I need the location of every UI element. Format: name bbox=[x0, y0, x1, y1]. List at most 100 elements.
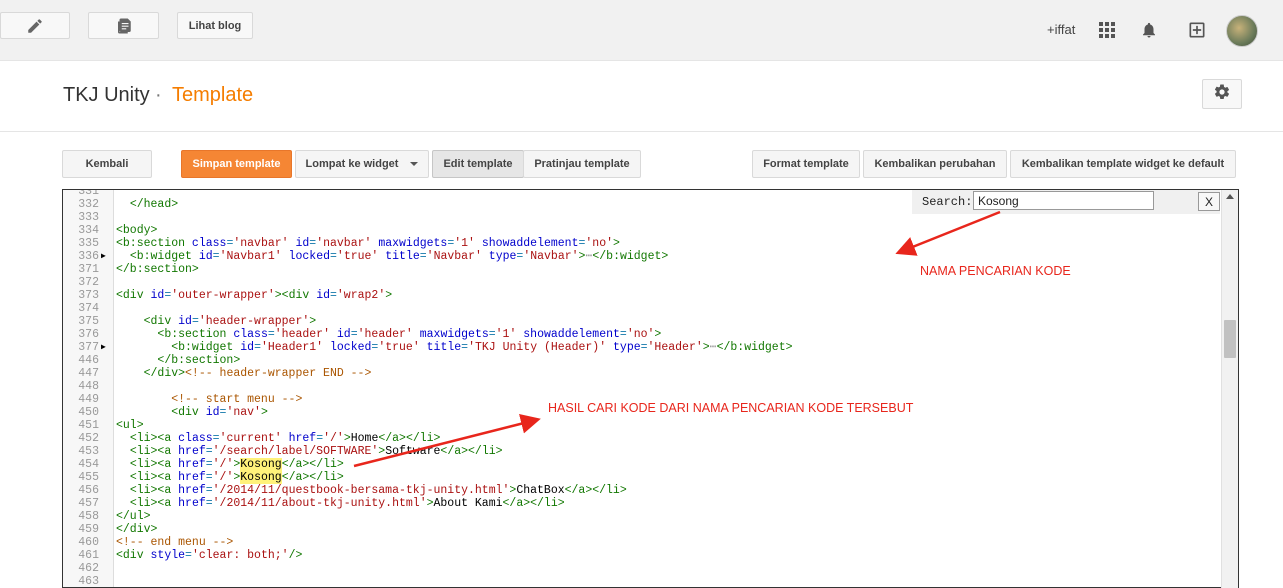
line-number: 374 bbox=[78, 302, 99, 315]
code-text[interactable]: </div> bbox=[116, 523, 157, 536]
chevron-down-icon bbox=[410, 162, 419, 166]
code-text[interactable]: <li><a href='/2014/11/about-tkj-unity.ht… bbox=[116, 497, 565, 510]
fold-marker-icon[interactable]: ▶ bbox=[101, 341, 111, 354]
blog-name[interactable]: TKJ Unity bbox=[63, 84, 150, 107]
posts-list-button[interactable] bbox=[88, 12, 159, 39]
avatar[interactable] bbox=[1226, 15, 1258, 47]
top-bar: Lihat blog +iffat bbox=[0, 0, 1283, 61]
code-line[interactable]: 456 <li><a href='/2014/11/questbook-bers… bbox=[63, 484, 1213, 497]
code-line[interactable]: 463 bbox=[63, 575, 1213, 587]
search-input[interactable] bbox=[973, 191, 1154, 210]
pages-icon bbox=[115, 17, 133, 35]
code-line[interactable]: 377 ▶ <b:widget id='Header1' locked='true… bbox=[63, 341, 1213, 354]
line-number: 450 bbox=[78, 406, 99, 419]
revert-changes-button[interactable]: Kembalikan perubahan bbox=[863, 150, 1007, 178]
line-number: 377 bbox=[78, 341, 99, 354]
code-lines[interactable]: 331 332 </head> 333 334 <body> 335 <b:section … bbox=[63, 190, 1213, 587]
tab-edit-template[interactable]: Edit template bbox=[432, 150, 524, 178]
code-text[interactable]: <div id='outer-wrapper'><div id='wrap2'> bbox=[116, 289, 392, 302]
view-blog-button[interactable]: Lihat blog bbox=[177, 12, 253, 39]
editor-scrollbar[interactable] bbox=[1221, 190, 1238, 588]
code-line[interactable]: 451 <ul> bbox=[63, 419, 1213, 432]
bell-icon[interactable] bbox=[1137, 18, 1161, 42]
code-line[interactable]: 336 ▶ <b:widget id='Navbar1' locked='true… bbox=[63, 250, 1213, 263]
line-number: 372 bbox=[78, 276, 99, 289]
code-text[interactable]: <li><a href='/'>Kosong</a></li> bbox=[116, 458, 344, 471]
code-text[interactable]: <li><a class='current' href='/'>Home</a>… bbox=[116, 432, 441, 445]
title-separator: · bbox=[155, 84, 162, 106]
line-number: 462 bbox=[78, 562, 99, 575]
jump-to-widget-dropdown[interactable]: Lompat ke widget bbox=[295, 150, 429, 178]
code-line[interactable]: 461 <div style='clear: both;'/> bbox=[63, 549, 1213, 562]
code-text[interactable]: <b:section class='navbar' id='navbar' ma… bbox=[116, 237, 620, 250]
code-line[interactable]: 447 </div><!-- header-wrapper END --> bbox=[63, 367, 1213, 380]
code-line[interactable]: 335 <b:section class='navbar' id='navbar'… bbox=[63, 237, 1213, 250]
jump-to-widget-label: Lompat ke widget bbox=[305, 158, 399, 170]
line-number: 456 bbox=[78, 484, 99, 497]
code-text[interactable]: <b:section class='header' id='header' ma… bbox=[116, 328, 661, 341]
format-template-button[interactable]: Format template bbox=[752, 150, 860, 178]
code-text[interactable]: <li><a href='/search/label/SOFTWARE'>Sof… bbox=[116, 445, 503, 458]
code-text[interactable]: <li><a href='/2014/11/questbook-bersama-… bbox=[116, 484, 627, 497]
pencil-icon bbox=[26, 17, 44, 35]
code-text[interactable]: </b:section> bbox=[116, 263, 199, 276]
scroll-up-icon[interactable] bbox=[1226, 194, 1234, 199]
code-line[interactable]: 376 <b:section class='header' id='header… bbox=[63, 328, 1213, 341]
gear-icon bbox=[1213, 83, 1231, 106]
line-number: 376 bbox=[78, 328, 99, 341]
code-line[interactable]: 373 <div id='outer-wrapper'><div id='wrap… bbox=[63, 289, 1213, 302]
code-text[interactable]: </div><!-- header-wrapper END --> bbox=[116, 367, 372, 380]
code-line[interactable]: 452 <li><a class='current' href='/'>Home… bbox=[63, 432, 1213, 445]
code-text[interactable]: <div style='clear: both;'/> bbox=[116, 549, 302, 562]
page-title: Template bbox=[172, 84, 254, 106]
search-close-button[interactable]: X bbox=[1198, 192, 1220, 211]
tab-preview-template[interactable]: Pratinjau template bbox=[523, 150, 641, 178]
line-number: 455 bbox=[78, 471, 99, 484]
line-number: 447 bbox=[78, 367, 99, 380]
code-text[interactable]: <b:widget id='Header1' locked='true' tit… bbox=[116, 341, 792, 354]
settings-button[interactable] bbox=[1202, 79, 1242, 109]
code-text[interactable]: <li><a href='/'>Kosong</a></li> bbox=[116, 471, 344, 484]
code-line[interactable]: 460 <!-- end menu --> bbox=[63, 536, 1213, 549]
line-number: 373 bbox=[78, 289, 99, 302]
code-line[interactable]: 446 </b:section> bbox=[63, 354, 1213, 367]
add-box-icon[interactable] bbox=[1185, 18, 1209, 42]
code-text[interactable]: <ul> bbox=[116, 419, 144, 432]
line-number: 461 bbox=[78, 549, 99, 562]
apps-grid-icon[interactable] bbox=[1095, 18, 1119, 42]
code-line[interactable]: 453 <li><a href='/search/label/SOFTWARE'… bbox=[63, 445, 1213, 458]
code-line[interactable]: 375 <div id='header-wrapper'> bbox=[63, 315, 1213, 328]
code-line[interactable]: 459 </div> bbox=[63, 523, 1213, 536]
new-post-button[interactable] bbox=[0, 12, 70, 39]
code-text[interactable]: <div id='nav'> bbox=[116, 406, 268, 419]
code-text[interactable]: <body> bbox=[116, 224, 157, 237]
line-number: 453 bbox=[78, 445, 99, 458]
code-text[interactable]: <b:widget id='Navbar1' locked='true' tit… bbox=[116, 250, 668, 263]
code-text[interactable]: <!-- end menu --> bbox=[116, 536, 233, 549]
code-line[interactable]: 457 <li><a href='/2014/11/about-tkj-unit… bbox=[63, 497, 1213, 510]
code-text[interactable]: <!-- start menu --> bbox=[116, 393, 302, 406]
code-text[interactable]: </head> bbox=[116, 198, 178, 211]
code-line[interactable]: 458 </ul> bbox=[63, 510, 1213, 523]
code-line[interactable]: 334 <body> bbox=[63, 224, 1213, 237]
code-line[interactable]: 454 <li><a href='/'>Kosong</a></li> bbox=[63, 458, 1213, 471]
user-link[interactable]: +iffat bbox=[1047, 22, 1075, 37]
code-line[interactable]: 455 <li><a href='/'>Kosong</a></li> bbox=[63, 471, 1213, 484]
code-text[interactable]: <div id='header-wrapper'> bbox=[116, 315, 317, 328]
save-template-button[interactable]: Simpan template bbox=[181, 150, 292, 178]
scrollbar-thumb[interactable] bbox=[1224, 320, 1236, 358]
revert-widgets-default-button[interactable]: Kembalikan template widget ke default bbox=[1010, 150, 1236, 178]
line-number: 448 bbox=[78, 380, 99, 393]
back-button[interactable]: Kembali bbox=[62, 150, 152, 178]
code-editor[interactable]: 331 332 </head> 333 334 <body> 335 <b:section … bbox=[62, 189, 1239, 588]
code-line[interactable]: 374 bbox=[63, 302, 1213, 315]
code-line[interactable]: 462 bbox=[63, 562, 1213, 575]
line-number: 333 bbox=[78, 211, 99, 224]
fold-marker-icon[interactable]: ▶ bbox=[101, 250, 111, 263]
code-line[interactable]: 448 bbox=[63, 380, 1213, 393]
line-number: 336 bbox=[78, 250, 99, 263]
code-text[interactable]: </b:section> bbox=[116, 354, 240, 367]
code-text[interactable]: </ul> bbox=[116, 510, 151, 523]
line-number: 334 bbox=[78, 224, 99, 237]
page-header: TKJ Unity · Template bbox=[0, 61, 1283, 132]
